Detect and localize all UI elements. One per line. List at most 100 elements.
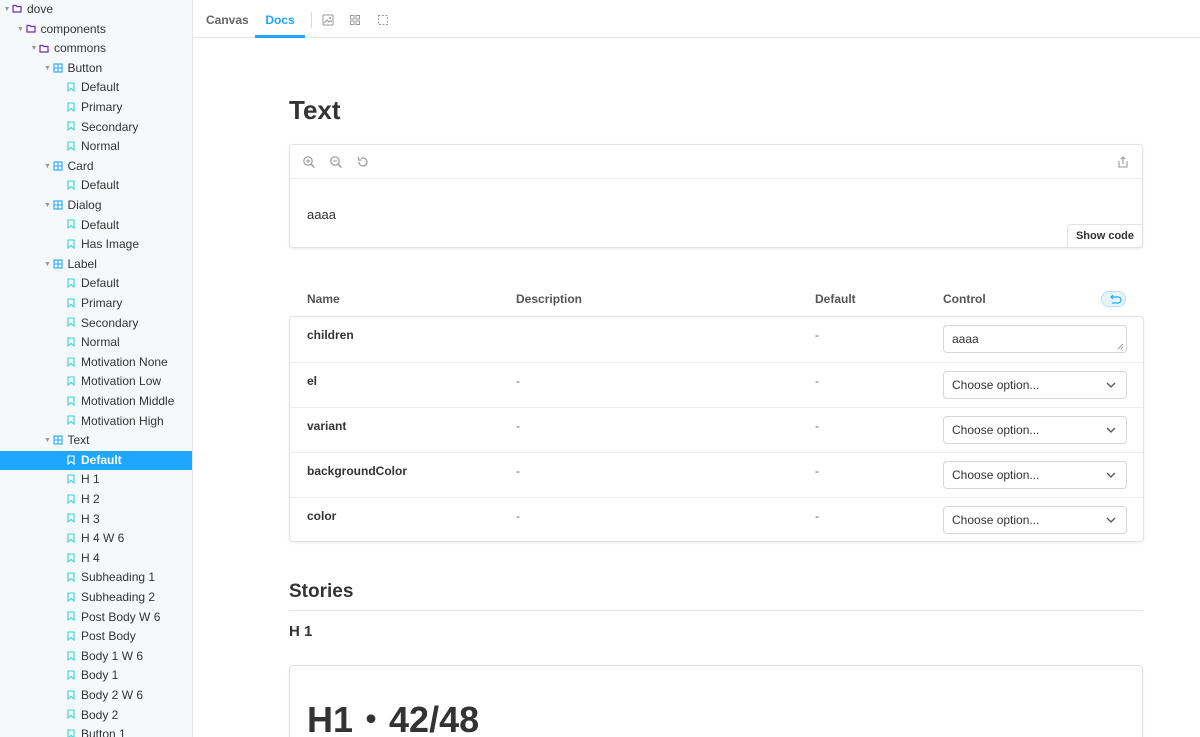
sidebar-item-body-1[interactable]: Body 1 <box>0 666 192 686</box>
sidebar-item-h-4[interactable]: H 4 <box>0 549 192 569</box>
preview-content: aaaa <box>307 207 336 222</box>
zoom-reset-icon[interactable] <box>356 155 370 169</box>
tab-canvas[interactable]: Canvas <box>206 0 249 38</box>
color-select[interactable]: Choose option... <box>943 506 1127 534</box>
component-icon <box>52 157 64 177</box>
children-text-input[interactable]: aaaa <box>943 325 1127 353</box>
sidebar-item-card[interactable]: ▼ Card <box>0 157 192 177</box>
sidebar-item-post-body[interactable]: Post Body <box>0 627 192 647</box>
backgroundcolor-select[interactable]: Choose option... <box>943 461 1127 489</box>
sidebar-item-components[interactable]: ▼ components <box>0 20 192 40</box>
arg-row-variant: variant - - Choose option... <box>290 407 1143 452</box>
sidebar-item-label: Body 2 W 6 <box>81 688 144 702</box>
arg-name: children <box>307 328 354 342</box>
sidebar-item-subheading-1[interactable]: Subheading 1 <box>0 568 192 588</box>
sidebar-item-h-2[interactable]: H 2 <box>0 490 192 510</box>
bookmark-icon <box>65 98 77 118</box>
outline-icon[interactable] <box>377 13 389 25</box>
bookmark-icon <box>65 490 77 510</box>
sidebar-item-default[interactable]: Default <box>0 176 192 196</box>
bookmark-icon <box>65 216 77 236</box>
sidebar-item-subheading-2[interactable]: Subheading 2 <box>0 588 192 608</box>
sidebar-item-default[interactable]: Default <box>0 450 192 471</box>
sidebar-item-label: Primary <box>81 100 123 114</box>
chevron-down-icon[interactable]: ▼ <box>44 196 52 216</box>
reset-controls-button[interactable] <box>1101 291 1126 307</box>
zoom-out-icon[interactable] <box>329 155 343 169</box>
arg-row-backgroundcolor: backgroundColor - - Choose option... <box>290 452 1143 497</box>
bookmark-icon <box>65 353 77 373</box>
sidebar-item-text[interactable]: ▼ Text <box>0 431 192 451</box>
bookmark-icon <box>65 568 77 588</box>
chevron-down-icon[interactable]: ▼ <box>17 20 25 40</box>
chevron-down-icon[interactable]: ▼ <box>44 255 52 275</box>
bookmark-icon <box>65 274 77 294</box>
sidebar-item-default[interactable]: Default <box>0 274 192 294</box>
sidebar-item-motivation-low[interactable]: Motivation Low <box>0 372 192 392</box>
sidebar-item-h-4-w-6[interactable]: H 4 W 6 <box>0 529 192 549</box>
sidebar-item-normal[interactable]: Normal <box>0 333 192 353</box>
sidebar-item-primary[interactable]: Primary <box>0 294 192 314</box>
el-select[interactable]: Choose option... <box>943 371 1127 399</box>
sidebar-item-label: H 4 <box>81 550 100 565</box>
sidebar-item-button[interactable]: ▼ Button <box>0 59 192 79</box>
arg-default: - <box>815 509 819 523</box>
sidebar-item-label: Normal <box>81 139 120 154</box>
bookmark-icon <box>65 176 77 196</box>
sidebar-item-has-image[interactable]: Has Image <box>0 235 192 255</box>
show-code-button[interactable]: Show code <box>1066 224 1143 248</box>
sidebar-item-label: components <box>40 21 106 36</box>
tab-docs[interactable]: Docs <box>255 0 305 38</box>
arg-description: - <box>516 419 520 433</box>
sidebar-item-label: commons <box>54 41 107 56</box>
chevron-down-icon[interactable]: ▼ <box>44 431 52 451</box>
bookmark-icon <box>65 588 77 608</box>
bookmark-icon <box>65 294 77 314</box>
sidebar-item-secondary[interactable]: Secondary <box>0 314 192 334</box>
chevron-down-icon[interactable]: ▼ <box>3 0 11 20</box>
sidebar-item-secondary[interactable]: Secondary <box>0 118 192 138</box>
sidebar-item-post-body-w-6[interactable]: Post Body W 6 <box>0 608 192 628</box>
sidebar-item-body-2-w-6[interactable]: Body 2 W 6 <box>0 686 192 706</box>
arg-description: - <box>516 374 520 388</box>
header-name: Name <box>307 292 340 306</box>
sidebar-item-normal[interactable]: Normal <box>0 137 192 157</box>
story-title: H 1 <box>289 623 313 640</box>
resize-grip-icon[interactable] <box>1117 343 1124 350</box>
color-select-value: Choose option... <box>952 513 1040 527</box>
sidebar-item-default[interactable]: Default <box>0 78 192 98</box>
arg-default: - <box>815 374 819 388</box>
backgroundcolor-select-value: Choose option... <box>952 468 1040 482</box>
variant-select[interactable]: Choose option... <box>943 416 1127 444</box>
zoom-in-icon[interactable] <box>302 155 316 169</box>
chevron-down-icon <box>1106 427 1116 433</box>
bookmark-icon <box>65 78 77 98</box>
chevron-down-icon[interactable]: ▼ <box>30 39 38 59</box>
sidebar-item-motivation-none[interactable]: Motivation None <box>0 353 192 373</box>
sidebar-item-h-1[interactable]: H 1 <box>0 470 192 490</box>
sidebar-item-default[interactable]: Default <box>0 216 192 236</box>
sidebar-item-motivation-high[interactable]: Motivation High <box>0 412 192 432</box>
sidebar-item-label: Card <box>67 158 94 173</box>
sidebar-item-h-3[interactable]: H 3 <box>0 510 192 530</box>
bookmark-icon <box>65 137 77 157</box>
sidebar-item-dove[interactable]: ▼ dove <box>0 0 192 20</box>
image-background-icon[interactable] <box>322 13 334 26</box>
sidebar-item-motivation-middle[interactable]: Motivation Middle <box>0 392 192 412</box>
grid-icon[interactable] <box>349 13 361 25</box>
sidebar-item-dialog[interactable]: ▼ Dialog <box>0 196 192 216</box>
sidebar-item-commons[interactable]: ▼ commons <box>0 39 192 59</box>
el-select-value: Choose option... <box>952 378 1040 392</box>
variant-select-value: Choose option... <box>952 423 1040 437</box>
sidebar-item-body-1-w-6[interactable]: Body 1 W 6 <box>0 647 192 667</box>
sidebar-item-label[interactable]: ▼ Label <box>0 255 192 275</box>
sidebar-item-label: Button <box>67 60 103 75</box>
sidebar-item-button-1[interactable]: Button 1 <box>0 725 192 737</box>
folder-icon <box>11 0 23 20</box>
toolbar-divider <box>311 12 312 28</box>
sidebar-item-body-2[interactable]: Body 2 <box>0 706 192 726</box>
chevron-down-icon[interactable]: ▼ <box>44 59 52 79</box>
chevron-down-icon[interactable]: ▼ <box>44 157 52 177</box>
share-icon[interactable] <box>1116 155 1130 169</box>
sidebar-item-primary[interactable]: Primary <box>0 98 192 118</box>
